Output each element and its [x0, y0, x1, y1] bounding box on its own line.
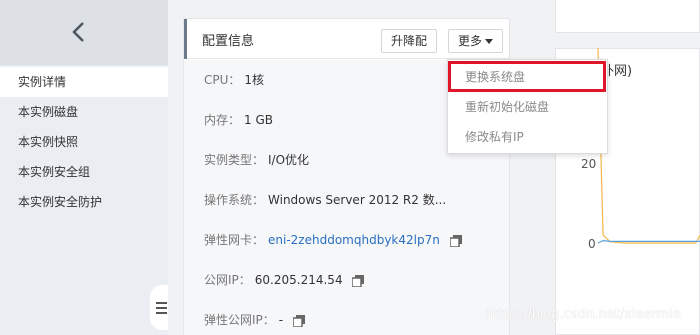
os-label: 操作系统： — [204, 193, 265, 207]
sidebar-menu: 实例详情 本实例磁盘 本实例快照 本实例安全组 本实例安全防护 — [0, 67, 168, 217]
config-card-header: 配置信息 升降配 更多 — [184, 19, 509, 59]
back-button[interactable] — [70, 20, 88, 44]
menu-collapse-icon[interactable] — [156, 301, 168, 315]
more-button[interactable]: 更多 — [448, 29, 504, 53]
memory-value: 1 GB — [244, 113, 273, 127]
menu-item-reinitialize-disk[interactable]: 重新初始化磁盘 — [448, 92, 607, 122]
cpu-value: 1核 — [244, 73, 265, 87]
chevron-left-icon — [72, 22, 84, 42]
menu-item-change-system-disk[interactable]: 更换系统盘 — [448, 62, 607, 92]
copy-icon[interactable] — [449, 234, 462, 247]
public-ip-row: 公网IP： 60.205.214.54 — [184, 260, 509, 300]
caret-down-icon — [485, 39, 494, 44]
copy-icon[interactable] — [292, 314, 305, 327]
elastic-ip-label: 弹性公网IP： — [204, 313, 275, 327]
cpu-label: CPU： — [204, 73, 241, 87]
header-accent-bar — [184, 19, 187, 59]
eni-label: 弹性网卡： — [204, 233, 265, 247]
menu-item-modify-private-ip[interactable]: 修改私有IP — [448, 122, 607, 152]
more-button-label: 更多 — [458, 34, 483, 48]
memory-label: 内存： — [204, 113, 241, 127]
os-value: Windows Server 2012 R2 数... — [268, 193, 447, 207]
chart-series-line-0 — [597, 48, 700, 244]
watermark: https://blog.csdn.net/xiaermie — [485, 307, 681, 322]
eni-row: 弹性网卡： eni-2zehddomqhdbyk42lp7n — [184, 220, 509, 260]
sidebar-item-security-groups[interactable]: 本实例安全组 — [0, 157, 168, 187]
instance-type-label: 实例类型： — [204, 153, 265, 167]
upgrade-button[interactable]: 升降配 — [381, 29, 438, 53]
sidebar-item-security-protection[interactable]: 本实例安全防护 — [0, 187, 168, 217]
elastic-ip-value: - — [278, 313, 284, 327]
public-ip-label: 公网IP： — [204, 273, 251, 287]
os-row: 操作系统： Windows Server 2012 R2 数... — [184, 180, 509, 220]
more-dropdown-menu: 更换系统盘 重新初始化磁盘 修改私有IP — [447, 59, 608, 154]
top-right-card — [555, 0, 700, 33]
sidebar-item-instance-snapshots[interactable]: 本实例快照 — [0, 127, 168, 157]
copy-icon[interactable] — [352, 274, 365, 287]
instance-type-value: I/O优化 — [268, 153, 310, 167]
sidebar-item-instance-disks[interactable]: 本实例磁盘 — [0, 97, 168, 127]
config-title: 配置信息 — [202, 34, 255, 49]
elastic-ip-row: 弹性公网IP： - — [184, 300, 509, 335]
public-ip-value: 60.205.214.54 — [254, 273, 343, 287]
sidebar-item-instance-details[interactable]: 实例详情 — [0, 67, 168, 97]
eni-link[interactable]: eni-2zehddomqhdbyk42lp7n — [268, 233, 440, 247]
